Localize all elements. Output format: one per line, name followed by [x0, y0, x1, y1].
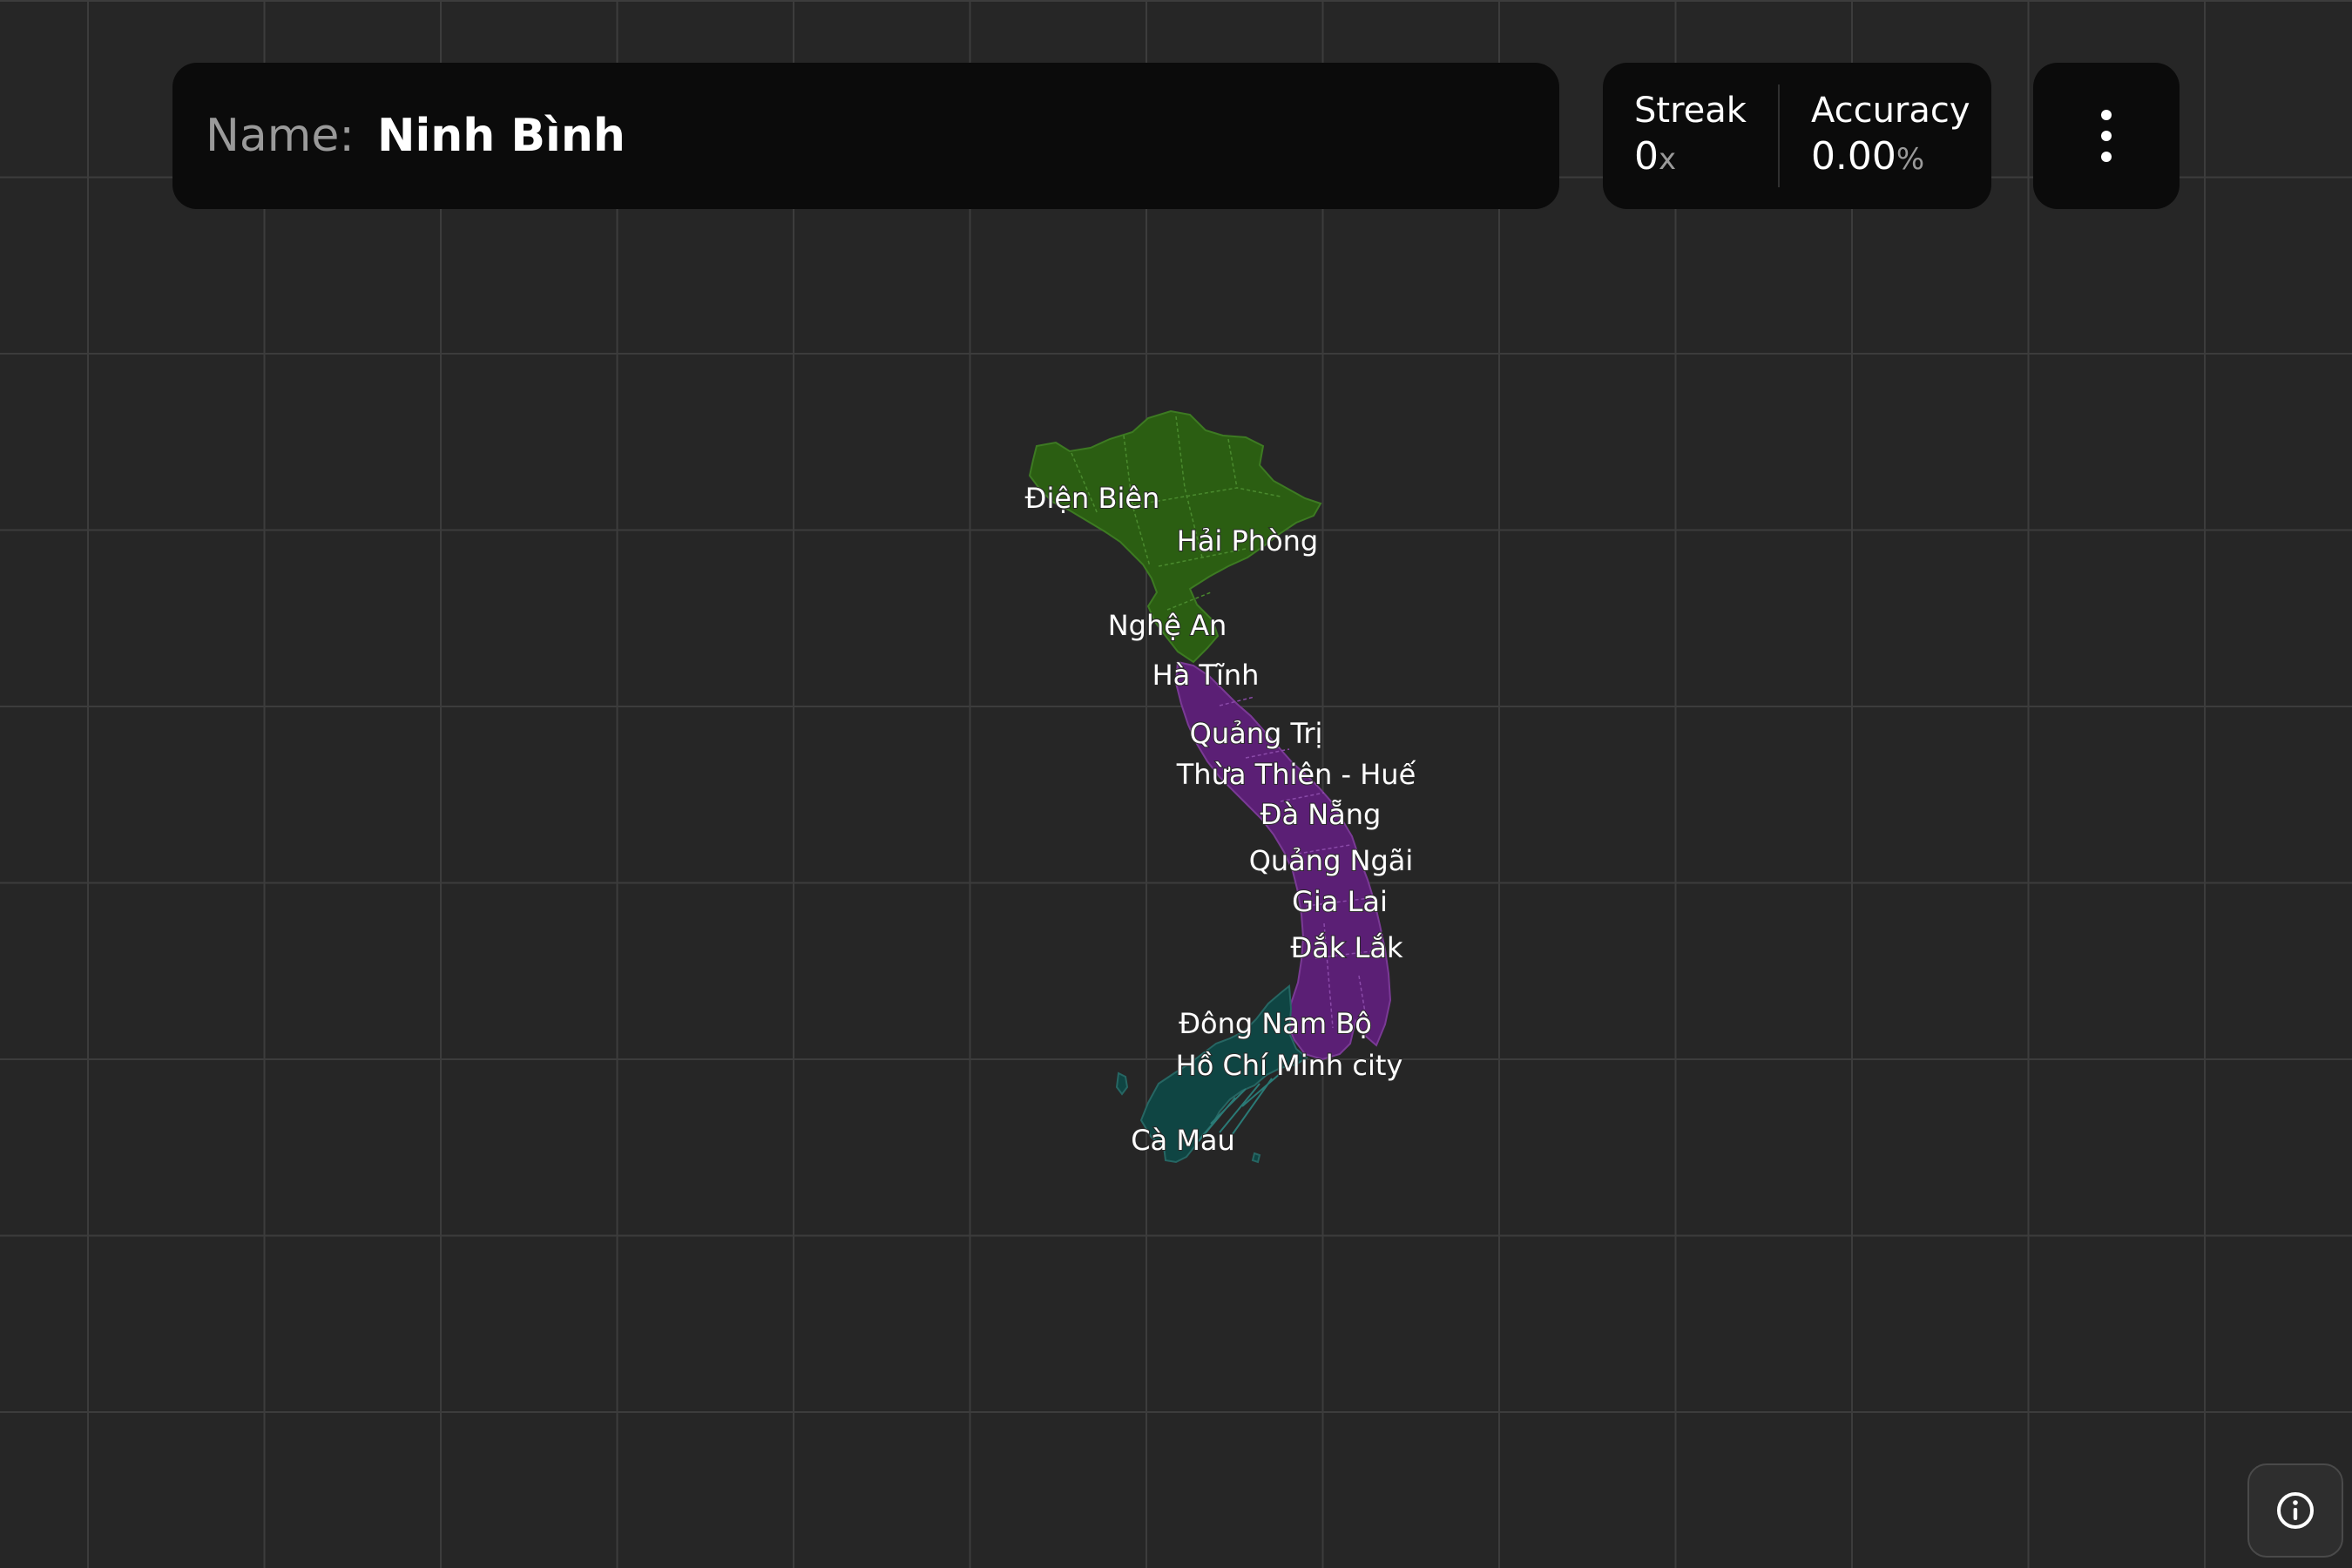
map-quiz-app: Name: Ninh Bình Streak 0x Accuracy 0.00%: [0, 0, 2352, 1568]
info-button[interactable]: [2247, 1463, 2343, 1558]
island-phu-quoc[interactable]: [1115, 1071, 1129, 1096]
label-dong-nam-bo: Đông Nam Bộ: [1179, 1007, 1372, 1040]
label-gia-lai: Gia Lai: [1292, 885, 1388, 918]
label-thua-thien-hue: Thừa Thiên - Huế: [1176, 758, 1416, 791]
label-dien-bien: Điện Biên: [1025, 482, 1160, 515]
label-ca-mau: Cà Mau: [1131, 1124, 1235, 1157]
label-da-nang: Đà Nẵng: [1260, 798, 1382, 831]
vietnam-map: Điện Biên Hải Phòng Nghệ An Hà Tĩnh Quản…: [1024, 409, 1417, 1164]
region-labels: Điện Biên Hải Phòng Nghệ An Hà Tĩnh Quản…: [1024, 481, 1417, 1158]
label-dak-lak: Đắk Lắk: [1290, 931, 1403, 964]
label-quang-ngai: Quảng Ngãi: [1249, 844, 1414, 877]
island-con-dao[interactable]: [1251, 1152, 1261, 1164]
label-quang-tri: Quảng Trị: [1190, 717, 1323, 750]
label-hai-phong: Hải Phòng: [1177, 524, 1318, 558]
label-nghe-an: Nghệ An: [1108, 609, 1227, 642]
label-ha-tinh: Hà Tĩnh: [1152, 659, 1260, 692]
label-ho-chi-minh-city: Hồ Chí Minh city: [1176, 1049, 1403, 1082]
info-icon: [2277, 1492, 2314, 1529]
